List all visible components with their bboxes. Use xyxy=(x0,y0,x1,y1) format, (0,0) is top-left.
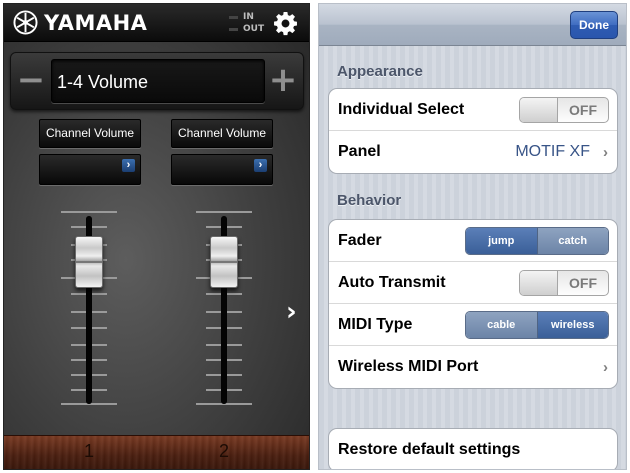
midi-type-segmented-control: cable wireless xyxy=(465,311,609,339)
chevron-right-icon: › xyxy=(603,358,608,376)
wireless-midi-port-row[interactable]: Wireless MIDI Port › xyxy=(329,346,617,388)
fader-knob[interactable] xyxy=(210,236,238,288)
restore-defaults-row[interactable]: Restore default settings xyxy=(329,429,617,469)
toggle-state: OFF xyxy=(569,102,597,118)
channel-number-strip: 1 2 xyxy=(4,435,309,469)
fader-label: Fader xyxy=(338,231,382,249)
panel-row[interactable]: Panel MOTIF XF › xyxy=(329,131,617,173)
panel-label: Panel xyxy=(338,143,381,160)
midi-wireless-option[interactable]: wireless xyxy=(536,312,608,338)
section-title-appearance: Appearance xyxy=(337,63,423,80)
in-led xyxy=(229,15,238,19)
auto-transmit-row: Auto Transmit OFF xyxy=(329,262,617,304)
fader-catch-option[interactable]: catch xyxy=(536,228,608,254)
behavior-group: Fader jump catch Auto Transmit OFF MIDI … xyxy=(328,219,618,389)
channel-2-fader[interactable] xyxy=(196,211,252,409)
channel-2-select[interactable]: › xyxy=(171,154,273,185)
settings-panel: Done Appearance Individual Select OFF Pa… xyxy=(318,3,627,470)
panel-value: MOTIF XF xyxy=(515,143,590,160)
toggle-thumb xyxy=(520,271,558,295)
volume-plus-button[interactable]: + xyxy=(265,53,301,109)
fader-scale-tick xyxy=(61,211,117,213)
brand-name: YAMAHA xyxy=(44,11,148,35)
toggle-state: OFF xyxy=(569,275,597,291)
channel-1-parameter-button[interactable]: Channel Volume xyxy=(39,119,141,148)
volume-display: 1-4 Volume xyxy=(51,59,265,103)
fader-knob[interactable] xyxy=(75,236,103,288)
appearance-group: Individual Select OFF Panel MOTIF XF › xyxy=(328,88,618,174)
in-label: IN xyxy=(243,12,254,22)
out-led xyxy=(229,27,238,31)
volume-minus-button[interactable]: − xyxy=(13,53,49,109)
midi-type-row: MIDI Type cable wireless xyxy=(329,304,617,346)
toggle-thumb xyxy=(520,98,558,122)
fader-mode-segmented-control: jump catch xyxy=(465,227,609,255)
fader-scale-tick xyxy=(196,211,252,213)
individual-select-row: Individual Select OFF xyxy=(329,89,617,131)
channel-1-select[interactable]: › xyxy=(39,154,141,185)
channel-2-number: 2 xyxy=(218,441,229,461)
midi-io-indicator: IN OUT xyxy=(229,11,269,35)
done-button[interactable]: Done xyxy=(570,11,618,39)
fader-jump-option[interactable]: jump xyxy=(466,228,537,254)
next-page-arrow-icon[interactable]: › xyxy=(286,297,297,327)
restore-defaults-label: Restore default settings xyxy=(338,441,521,458)
midi-cable-option[interactable]: cable xyxy=(466,312,537,338)
nav-bar: Done xyxy=(319,4,626,46)
channel-1-fader[interactable] xyxy=(61,211,117,409)
gear-icon[interactable] xyxy=(273,11,298,36)
midi-type-label: MIDI Type xyxy=(338,315,413,333)
fader-row: Fader jump catch xyxy=(329,220,617,262)
auto-transmit-label: Auto Transmit xyxy=(338,273,446,291)
volume-selector: − 1-4 Volume + xyxy=(10,52,304,110)
chevron-right-icon: › xyxy=(603,143,608,161)
section-title-behavior: Behavior xyxy=(337,192,402,209)
restore-group: Restore default settings xyxy=(328,428,618,469)
auto-transmit-toggle[interactable]: OFF xyxy=(519,270,609,296)
top-bar: YAMAHA IN OUT xyxy=(4,4,309,42)
channel-2-parameter-button[interactable]: Channel Volume xyxy=(171,119,273,148)
channel-1-number: 1 xyxy=(83,441,94,461)
out-label: OUT xyxy=(243,24,265,34)
individual-select-toggle[interactable]: OFF xyxy=(519,97,609,123)
chevron-right-icon: › xyxy=(254,159,267,172)
chevron-right-icon: › xyxy=(122,159,135,172)
wireless-midi-port-label: Wireless MIDI Port xyxy=(338,358,479,375)
yamaha-logo-icon xyxy=(13,10,38,35)
mixer-panel: YAMAHA IN OUT − 1-4 Volume + Channel Vol… xyxy=(3,3,310,470)
individual-select-label: Individual Select xyxy=(338,100,465,118)
